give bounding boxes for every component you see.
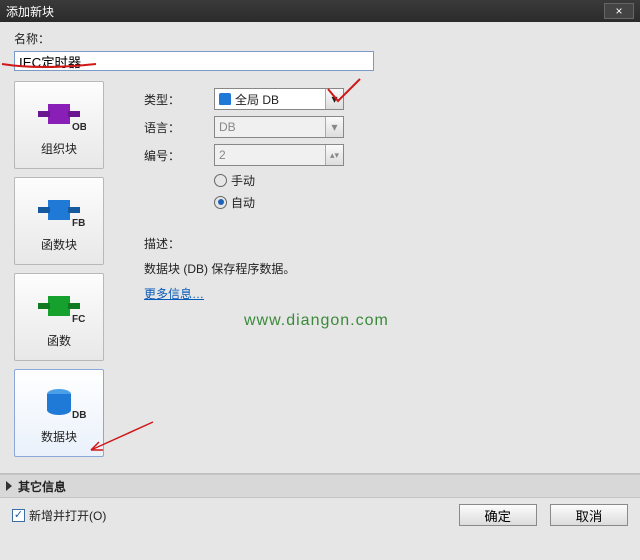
svg-text:FB: FB <box>72 218 85 229</box>
desc-label: 描述： <box>144 235 626 252</box>
num-value: 2 <box>219 148 226 162</box>
svg-text:DB: DB <box>72 410 86 421</box>
block-ob-label: 组织块 <box>41 140 77 157</box>
num-input: 2 ▴▾ <box>214 144 344 166</box>
more-info-link[interactable]: 更多信息… <box>144 285 204 302</box>
checkbox-icon: ✓ <box>12 509 25 522</box>
add-and-open-checkbox[interactable]: ✓ 新增并打开(O) <box>12 507 106 524</box>
footer-bar: ✓ 新增并打开(O) 确定 取消 <box>0 498 640 532</box>
block-fb-label: 函数块 <box>41 236 77 253</box>
block-fc[interactable]: FC 函数 <box>14 273 104 361</box>
db-small-icon <box>219 93 231 105</box>
titlebar: 添加新块 × <box>0 0 640 22</box>
chevron-down-icon: ▾ <box>325 117 343 137</box>
chevron-down-icon: ▾ <box>325 89 343 109</box>
block-ob[interactable]: OB 组织块 <box>14 81 104 169</box>
window-title: 添加新块 <box>6 3 54 20</box>
radio-auto-label: 自动 <box>231 194 255 211</box>
type-select[interactable]: 全局 DB ▾ <box>214 88 344 110</box>
radio-manual-label: 手动 <box>231 172 255 189</box>
desc-text: 数据块 (DB) 保存程序数据。 <box>144 260 626 277</box>
lang-label: 语言： <box>144 119 214 136</box>
db-icon: DB <box>32 382 86 422</box>
fc-icon: FC <box>32 286 86 326</box>
radio-auto[interactable] <box>214 196 227 209</box>
block-type-list: OB 组织块 FB 函数块 FC 函数 DB 数据块 <box>14 81 114 465</box>
name-label: 名称： <box>14 30 626 47</box>
ob-icon: OB <box>32 94 86 134</box>
block-fb[interactable]: FB 函数块 <box>14 177 104 265</box>
cancel-button[interactable]: 取消 <box>550 504 628 526</box>
expander-label: 其它信息 <box>18 478 66 495</box>
radio-manual[interactable] <box>214 174 227 187</box>
form-panel: 类型： 全局 DB ▾ 语言： DB ▾ 编号： <box>114 81 626 465</box>
block-db[interactable]: DB 数据块 <box>14 369 104 457</box>
ok-button[interactable]: 确定 <box>459 504 537 526</box>
expand-icon <box>6 481 12 491</box>
block-db-label: 数据块 <box>41 428 77 445</box>
svg-text:FC: FC <box>72 314 85 325</box>
add-and-open-label: 新增并打开(O) <box>29 507 106 524</box>
watermark: www.diangon.com <box>244 312 626 330</box>
svg-text:OB: OB <box>72 122 86 133</box>
block-fc-label: 函数 <box>47 332 71 349</box>
fb-icon: FB <box>32 190 86 230</box>
more-info-expander[interactable]: 其它信息 <box>0 474 640 498</box>
close-button[interactable]: × <box>604 3 634 19</box>
type-label: 类型： <box>144 91 214 108</box>
name-input[interactable] <box>14 51 374 71</box>
lang-select: DB ▾ <box>214 116 344 138</box>
lang-value: DB <box>219 120 236 134</box>
num-label: 编号： <box>144 147 214 164</box>
spinner-icon: ▴▾ <box>325 145 343 165</box>
type-value: 全局 DB <box>235 91 279 108</box>
dialog-body: 名称： OB 组织块 FB 函数块 FC 函数 <box>0 22 640 465</box>
